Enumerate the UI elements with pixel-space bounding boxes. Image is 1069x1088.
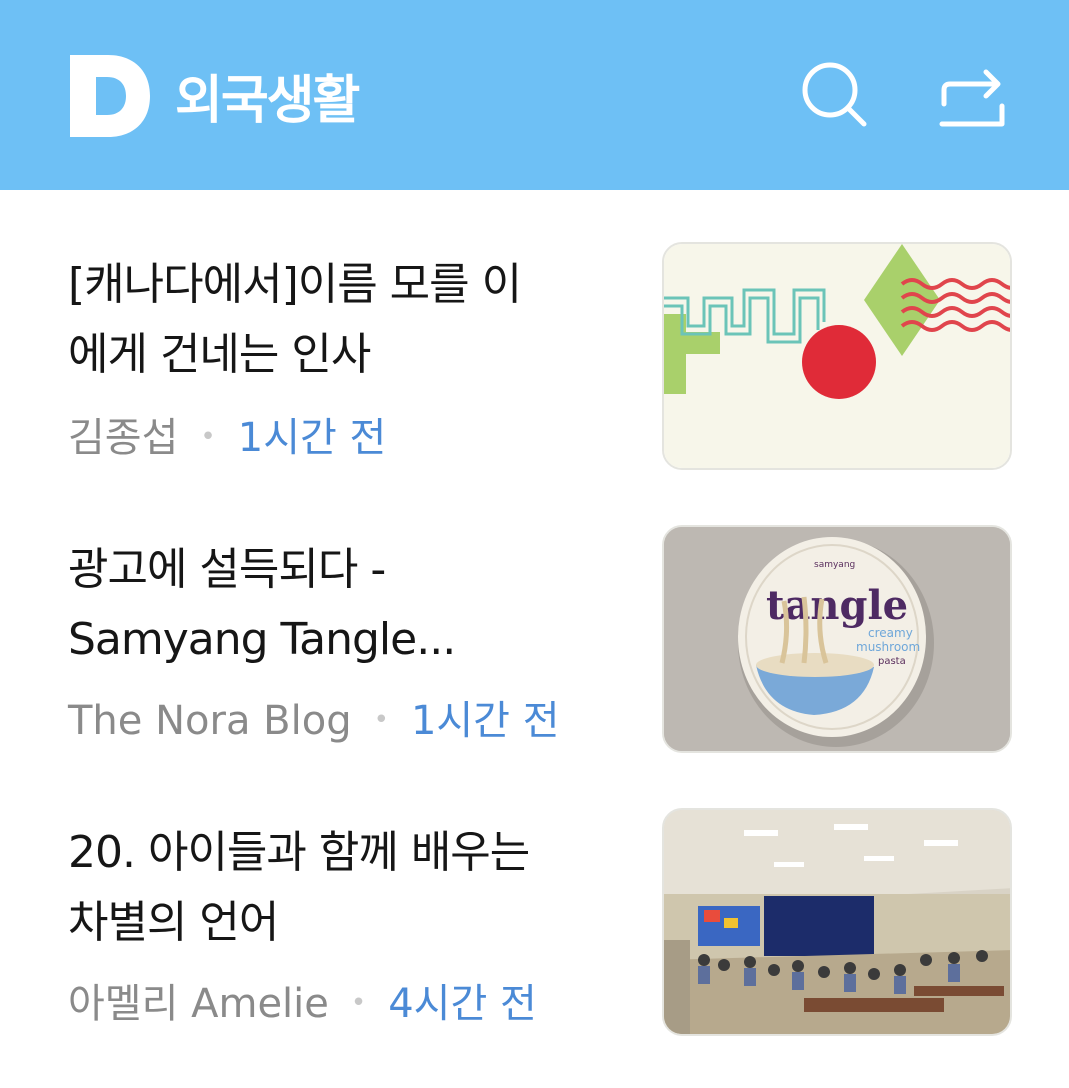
article-item[interactable]: 20. 아이들과 함께 배우는 차별의 언어 아멜리 Amelie • 4시간 전 xyxy=(0,808,1069,1088)
article-author: 김종섭 xyxy=(68,415,179,461)
tangle-noodle-cup-image: samyang tangle creamy mushroom pasta xyxy=(664,527,1010,751)
article-thumbnail[interactable]: samyang tangle creamy mushroom pasta xyxy=(662,525,1012,753)
search-icon xyxy=(802,62,867,127)
article-title-line: Samyang Tangle... xyxy=(68,614,456,665)
app-header: 외국생활 xyxy=(0,0,1069,190)
article-title[interactable]: 20. 아이들과 함께 배우는 차별의 언어 xyxy=(68,818,628,958)
article-author: The Nora Blog xyxy=(68,698,352,744)
article-title-line: 광고에 설득되다 - xyxy=(68,544,386,595)
separator-dot: • xyxy=(373,705,389,735)
article-title-line: 20. 아이들과 함께 배우는 xyxy=(68,827,530,878)
article-time: 4시간 전 xyxy=(388,981,537,1027)
search-button[interactable] xyxy=(798,60,868,130)
article-item[interactable]: [캐나다에서]이름 모를 이 에게 건네는 인사 김종섭 • 1시간 전 xyxy=(0,242,1069,522)
share-button[interactable] xyxy=(936,60,1006,130)
section-title[interactable]: 외국생활 xyxy=(175,66,360,136)
cup-flavor-text: creamy xyxy=(868,626,913,640)
school-gym-assembly-image xyxy=(664,810,1010,1034)
cup-flavor-text: mushroom xyxy=(856,640,920,654)
article-thumbnail[interactable] xyxy=(662,242,1012,470)
article-meta: The Nora Blog • 1시간 전 xyxy=(68,695,560,746)
article-author: 아멜리 Amelie xyxy=(68,981,329,1027)
article-meta: 아멜리 Amelie • 4시간 전 xyxy=(68,978,537,1029)
daum-logo[interactable] xyxy=(70,55,150,137)
article-time: 1시간 전 xyxy=(237,415,387,461)
separator-dot: • xyxy=(200,422,216,452)
article-meta: 김종섭 • 1시간 전 xyxy=(68,412,386,463)
article-thumbnail[interactable] xyxy=(662,808,1012,1036)
article-title-line: 차별의 언어 xyxy=(68,897,279,948)
article-time: 1시간 전 xyxy=(410,698,560,744)
article-title-line: 에게 건네는 인사 xyxy=(68,329,371,380)
article-list: [캐나다에서]이름 모를 이 에게 건네는 인사 김종섭 • 1시간 전 광고에… xyxy=(0,190,1069,1068)
cup-brand-text: samyang xyxy=(814,560,855,570)
article-item[interactable]: 광고에 설득되다 - Samyang Tangle... The Nora Bl… xyxy=(0,525,1069,805)
cup-flavor-text: pasta xyxy=(878,656,906,667)
article-title[interactable]: 광고에 설득되다 - Samyang Tangle... xyxy=(68,535,628,675)
abstract-pattern-image xyxy=(664,244,1010,468)
share-icon xyxy=(939,69,1005,127)
article-title[interactable]: [캐나다에서]이름 모를 이 에게 건네는 인사 xyxy=(68,250,628,390)
separator-dot: • xyxy=(350,988,367,1018)
article-title-line: [캐나다에서]이름 모를 이 xyxy=(68,259,522,310)
